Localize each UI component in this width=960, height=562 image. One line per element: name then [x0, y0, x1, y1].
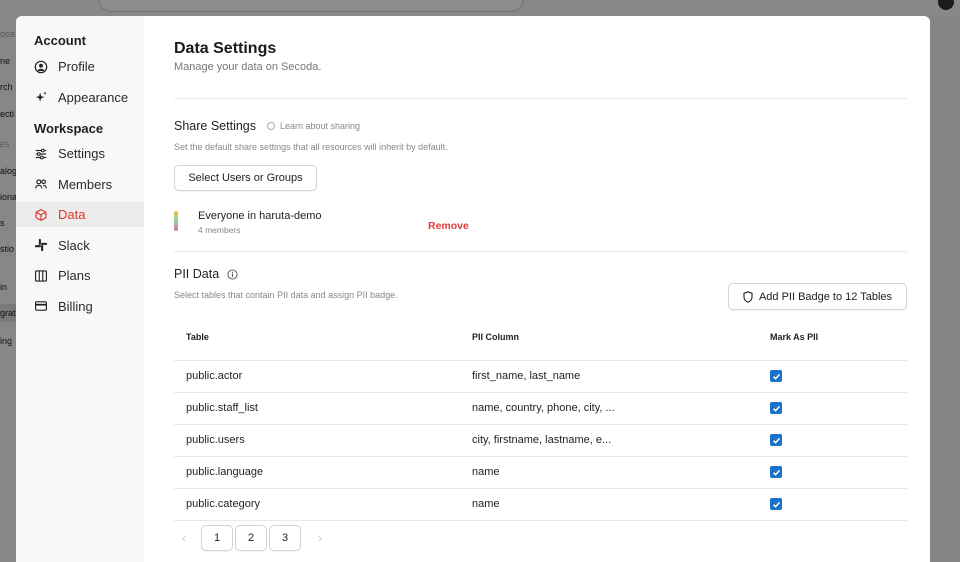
table-name-cell: public.language	[174, 456, 472, 489]
table-row: public.actor first_name, last_name	[174, 360, 907, 393]
slack-icon	[34, 238, 48, 252]
sidebar-item-profile[interactable]: Profile	[16, 54, 144, 79]
share-member-row: Everyone in haruta-demo 4 members	[174, 210, 907, 235]
sidebar-item-appearance[interactable]: Appearance	[16, 85, 144, 110]
settings-sidebar: Account Profile Appearance Workspace Set…	[16, 16, 144, 562]
table-row: public.language name	[174, 456, 907, 489]
mark-as-pii-checkbox[interactable]	[770, 466, 782, 478]
remove-button[interactable]: Remove	[428, 220, 469, 232]
table-row: public.users city, firstname, lastname, …	[174, 424, 907, 457]
shield-icon	[743, 290, 753, 303]
page-button-3[interactable]: 3	[269, 525, 301, 551]
sliders-icon	[34, 147, 48, 161]
table-name-cell: public.category	[174, 488, 472, 521]
table-header-row: Table PII Column Mark As PII	[174, 314, 907, 361]
learn-link-label: Learn about sharing	[280, 121, 361, 131]
user-circle-icon	[34, 60, 48, 74]
pagination: ‹ 1 2 3 ›	[182, 525, 322, 551]
table-row: public.category name	[174, 488, 907, 521]
chevron-left-icon[interactable]: ‹	[182, 531, 186, 545]
mark-as-pii-checkbox[interactable]	[770, 402, 782, 414]
divider	[174, 251, 907, 252]
sidebar-item-members[interactable]: Members	[16, 172, 144, 197]
users-icon	[34, 177, 48, 191]
account-heading: Account	[34, 33, 86, 48]
mark-as-pii-checkbox[interactable]	[770, 434, 782, 446]
mark-as-pii-checkbox[interactable]	[770, 498, 782, 510]
pii-column-cell: name	[472, 488, 770, 521]
pii-column-cell: first_name, last_name	[472, 360, 770, 393]
credit-card-icon	[34, 299, 48, 313]
mark-as-pii-checkbox[interactable]	[770, 370, 782, 382]
pii-data-title: PII Data	[174, 267, 220, 281]
sparkles-icon	[34, 90, 48, 104]
pii-data-header: PII Data	[174, 267, 907, 281]
table-name-cell: public.actor	[174, 360, 472, 393]
table-name-cell: public.staff_list	[174, 392, 472, 425]
member-count: 4 members	[198, 225, 241, 235]
page-subtitle: Manage your data on Secoda.	[174, 61, 322, 73]
sidebar-item-billing[interactable]: Billing	[16, 294, 144, 319]
select-users-or-groups-button[interactable]: Select Users or Groups	[174, 165, 317, 191]
pii-column-cell: name, country, phone, city, ...	[472, 392, 770, 425]
mark-as-pii-cell	[770, 392, 907, 425]
sidebar-item-label: Members	[58, 176, 113, 192]
sidebar-item-label: Slack	[58, 237, 90, 253]
info-icon	[267, 122, 275, 130]
sidebar-item-label: Settings	[58, 146, 105, 161]
learn-about-sharing-link[interactable]: Learn about sharing	[267, 121, 360, 131]
column-header-table: Table	[174, 314, 472, 361]
chevron-right-icon[interactable]: ›	[318, 531, 322, 545]
share-settings-description: Set the default share settings that all …	[174, 142, 448, 152]
page-button-2[interactable]: 2	[235, 525, 267, 551]
pii-column-cell: city, firstname, lastname, e...	[472, 424, 770, 457]
mark-as-pii-cell	[770, 424, 907, 457]
pii-column-cell: name	[472, 456, 770, 489]
cube-icon	[34, 208, 48, 222]
add-pii-badge-label: Add PII Badge to 12 Tables	[758, 290, 893, 303]
table-name-cell: public.users	[174, 424, 472, 457]
table-row: public.staff_list name, country, phone, …	[174, 392, 907, 425]
add-pii-badge-button[interactable]: Add PII Badge to 12 Tables	[728, 283, 907, 310]
sidebar-item-settings[interactable]: Settings	[16, 141, 144, 166]
mark-as-pii-cell	[770, 456, 907, 489]
settings-modal: Account Profile Appearance Workspace Set…	[16, 16, 930, 562]
info-icon[interactable]	[227, 268, 238, 280]
member-name: Everyone in haruta-demo	[198, 210, 322, 222]
page-button-1[interactable]: 1	[201, 525, 233, 551]
workspace-heading: Workspace	[34, 121, 104, 136]
page-title: Data Settings	[174, 40, 277, 57]
sidebar-item-plans[interactable]: Plans	[16, 263, 144, 288]
share-settings-header: Share Settings Learn about sharing	[174, 119, 907, 133]
mark-as-pii-cell	[770, 488, 907, 521]
share-settings-title: Share Settings	[174, 119, 256, 133]
sidebar-item-slack[interactable]: Slack	[16, 233, 144, 258]
data-settings-panel: Data Settings Manage your data on Secoda…	[144, 16, 930, 562]
sidebar-item-data[interactable]: Data	[16, 202, 144, 227]
sidebar-item-label: Data	[58, 207, 86, 222]
column-header-mark-as-pii: Mark As PII	[770, 314, 907, 361]
columns-icon	[34, 269, 48, 283]
pii-table: Table PII Column Mark As PII public.acto…	[174, 314, 907, 521]
mark-as-pii-cell	[770, 360, 907, 393]
sidebar-item-label: Profile	[58, 59, 95, 74]
sidebar-item-label: Plans	[58, 268, 91, 283]
column-header-pii-column: PII Column	[472, 314, 770, 361]
sidebar-item-label: Appearance	[58, 89, 129, 105]
divider	[174, 98, 907, 99]
sidebar-item-label: Billing	[58, 298, 93, 314]
group-avatar	[174, 211, 178, 231]
